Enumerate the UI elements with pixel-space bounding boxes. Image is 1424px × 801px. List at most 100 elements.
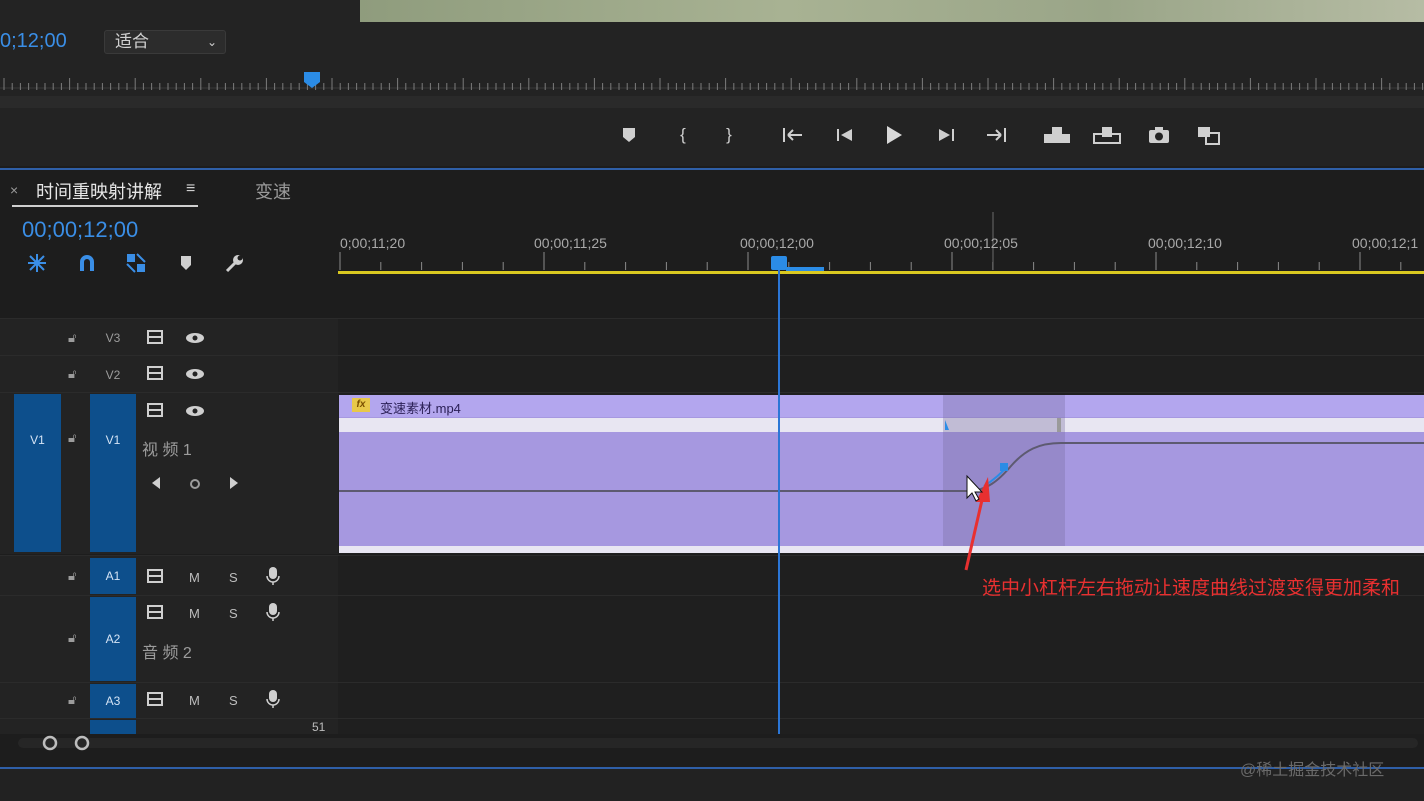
bezier-handle[interactable]	[1000, 463, 1008, 471]
eye-icon[interactable]	[185, 368, 205, 380]
add-marker-button[interactable]	[612, 120, 646, 150]
solo-button[interactable]: S	[229, 693, 238, 708]
playhead-line[interactable]	[778, 270, 780, 734]
panel-menu-icon[interactable]: ≡	[186, 180, 195, 198]
go-to-in-button[interactable]	[777, 120, 811, 150]
overwrite-button[interactable]	[1090, 120, 1124, 150]
snap-button[interactable]	[74, 250, 100, 276]
speed-curve[interactable]	[339, 418, 1424, 508]
marker-icon	[181, 256, 191, 270]
track-name-a3[interactable]: A3	[90, 684, 136, 718]
work-area-bar[interactable]	[338, 271, 1424, 274]
track-header	[0, 556, 338, 595]
sync-lock-icon[interactable]	[147, 692, 165, 706]
track-header	[0, 356, 338, 392]
microphone-icon[interactable]	[266, 602, 280, 622]
sync-lock-icon[interactable]	[147, 605, 165, 619]
tab-sequence-active[interactable]: 时间重映射讲解	[36, 178, 162, 204]
scroll-track[interactable]	[18, 738, 1418, 748]
track-name-a4[interactable]	[90, 720, 136, 734]
track-header	[0, 319, 338, 355]
track-content[interactable]	[338, 356, 1424, 392]
mute-button[interactable]: M	[189, 693, 200, 708]
track-content[interactable]	[338, 596, 1424, 682]
sync-lock-icon[interactable]	[147, 330, 165, 344]
linked-selection-button[interactable]	[123, 250, 149, 276]
track-header-spacer	[0, 276, 338, 318]
monitor-playhead[interactable]	[304, 72, 320, 88]
go-to-out-icon	[987, 128, 1006, 142]
prev-keyframe-icon[interactable]	[150, 476, 162, 490]
step-forward-button[interactable]	[929, 120, 963, 150]
track-name-v3[interactable]: V3	[90, 331, 136, 345]
lock-icon[interactable]: 🔓︎	[68, 366, 76, 382]
eye-icon[interactable]	[185, 405, 205, 417]
step-back-button[interactable]	[828, 120, 862, 150]
lock-icon[interactable]: 🔓︎	[68, 630, 76, 646]
next-keyframe-icon[interactable]	[228, 476, 240, 490]
export-frame-button[interactable]	[1142, 120, 1176, 150]
go-to-out-button[interactable]	[978, 120, 1012, 150]
track-name-a1[interactable]: A1	[90, 558, 136, 594]
sequence-timecode[interactable]: 00;00;12;00	[22, 217, 138, 243]
monitor-scrollbar[interactable]	[0, 96, 1424, 108]
close-icon[interactable]: ×	[10, 182, 18, 198]
mark-in-button[interactable]: {	[666, 120, 700, 150]
playhead-handle[interactable]	[771, 256, 787, 270]
compare-view-button[interactable]	[1192, 120, 1226, 150]
time-ruler[interactable]	[338, 210, 1424, 276]
solo-button[interactable]: S	[229, 606, 238, 621]
timeline-scrollbar[interactable]	[0, 734, 1424, 768]
add-keyframe-icon[interactable]	[188, 477, 202, 491]
track-header	[0, 719, 338, 734]
track-name-a2[interactable]: A2	[90, 597, 136, 681]
mark-in-icon: {	[680, 125, 686, 144]
lock-icon[interactable]: 🔓︎	[68, 330, 76, 346]
mark-out-button[interactable]: }	[712, 120, 746, 150]
tab-sequence-other[interactable]: 变速	[255, 178, 291, 204]
lock-icon[interactable]: 🔓︎	[68, 692, 76, 708]
microphone-icon[interactable]	[266, 566, 280, 586]
zoom-handles[interactable]	[40, 734, 92, 752]
timeline-settings-button[interactable]	[222, 250, 248, 276]
program-timecode[interactable]: 0;12;00	[0, 30, 67, 53]
camera-icon	[1149, 127, 1169, 143]
fit-select[interactable]: 适合 ⌄	[104, 30, 226, 54]
mark-out-icon: }	[726, 125, 732, 144]
sync-lock-icon[interactable]	[147, 569, 165, 583]
track-v3	[0, 318, 1424, 355]
sync-lock-icon[interactable]	[147, 366, 165, 380]
clip-title-bar[interactable]	[339, 395, 1424, 417]
track-content[interactable]	[338, 683, 1424, 718]
play-icon	[887, 126, 902, 144]
footer	[0, 769, 1424, 801]
track-a2	[0, 595, 1424, 682]
chevron-down-icon: ⌄	[206, 35, 217, 49]
add-marker-tool[interactable]	[173, 250, 199, 276]
nest-toggle-button[interactable]	[24, 250, 50, 276]
mute-button[interactable]: M	[189, 570, 200, 585]
play-button[interactable]	[877, 120, 911, 150]
microphone-icon[interactable]	[266, 689, 280, 709]
solo-button[interactable]: S	[229, 570, 238, 585]
source-patch-v1[interactable]: V1	[14, 394, 61, 552]
lock-icon[interactable]: 🔓︎	[68, 568, 76, 584]
ruler-label: 0;00;11;20	[340, 235, 406, 251]
lock-icon[interactable]: 🔓︎	[68, 430, 76, 446]
track-content[interactable]	[338, 319, 1424, 355]
track-label-a2: 音 频 2	[142, 645, 192, 662]
track-content[interactable]	[338, 719, 1424, 734]
render-indicator	[786, 267, 824, 271]
track-name-v1[interactable]: V1	[90, 394, 136, 552]
eye-icon[interactable]	[185, 332, 205, 344]
clip-name: 变速素材.mp4	[380, 401, 461, 416]
fx-badge[interactable]: fx	[352, 398, 370, 412]
mute-button[interactable]: M	[189, 606, 200, 621]
video-preview	[360, 0, 1424, 22]
insert-button[interactable]	[1040, 120, 1074, 150]
fit-select-value: 适合	[115, 32, 149, 51]
annotation-text: 选中小杠杆左右拖动让速度曲线过渡变得更加柔和	[982, 578, 1401, 599]
sync-lock-icon[interactable]	[147, 403, 165, 417]
magnet-icon	[80, 255, 94, 271]
track-name-v2[interactable]: V2	[90, 368, 136, 382]
